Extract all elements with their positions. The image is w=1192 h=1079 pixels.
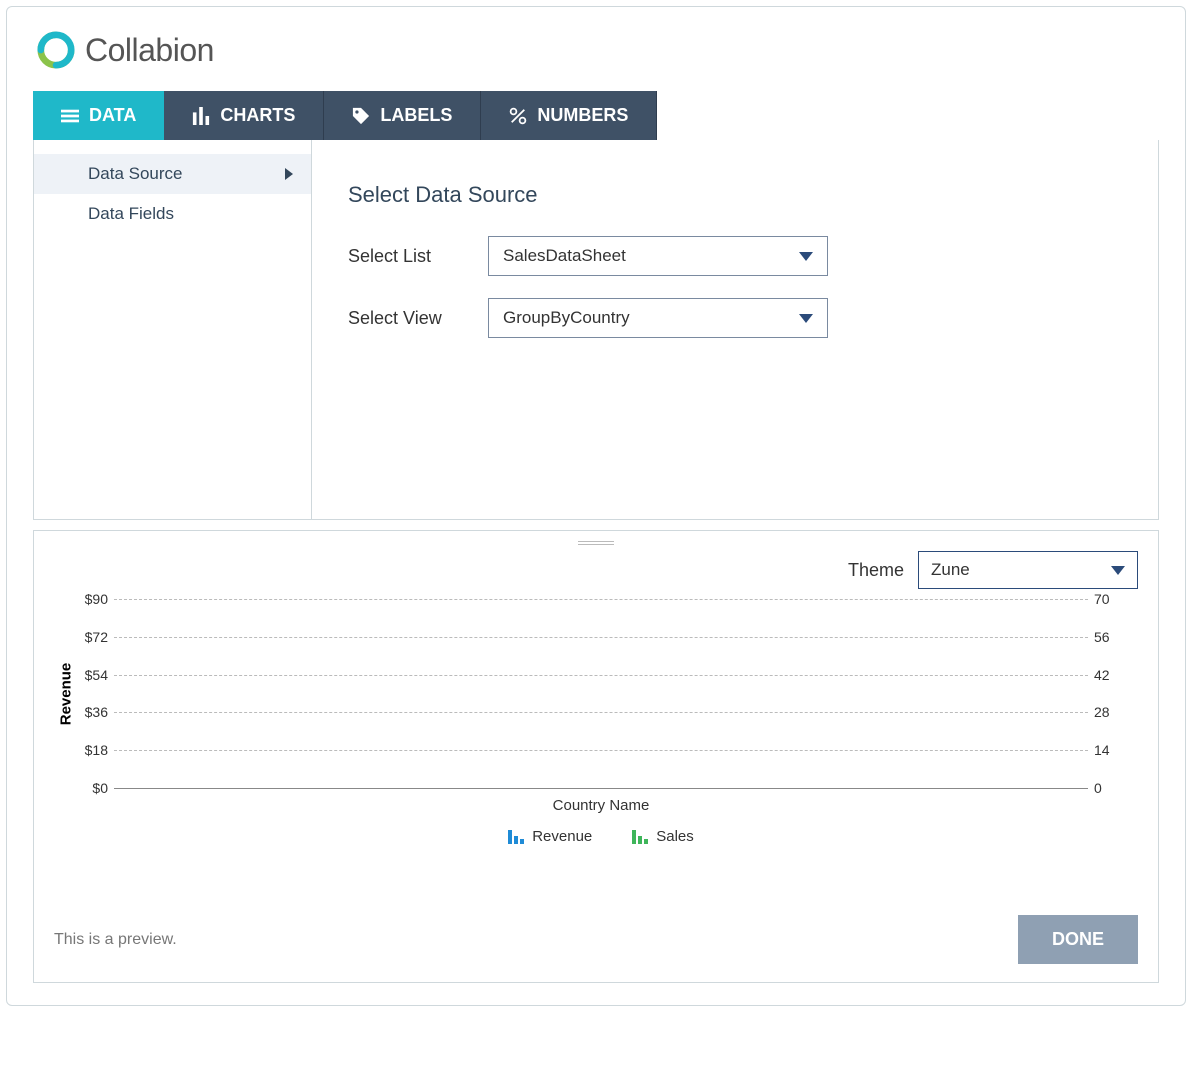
theme-label: Theme — [848, 560, 904, 581]
sidebar: Data SourceData Fields — [34, 140, 312, 519]
chart-plot: Revenue $00$1814$3628$5442$7256$9070 — [114, 599, 1088, 789]
tab-label: NUMBERS — [537, 105, 628, 126]
chevron-down-icon — [1111, 566, 1125, 575]
theme-row: Theme Zune — [54, 551, 1138, 589]
legend-revenue: Revenue — [508, 828, 592, 845]
preview-hint: This is a preview. — [54, 931, 177, 949]
y-tick-left: $18 — [64, 742, 114, 758]
tab-label: LABELS — [380, 105, 452, 126]
select-list-value: SalesDataSheet — [503, 246, 626, 266]
resize-grip-icon[interactable] — [578, 541, 614, 545]
chevron-down-icon — [799, 252, 813, 261]
section-title: Select Data Source — [348, 182, 1122, 208]
legend-revenue-label: Revenue — [532, 828, 592, 845]
gridline — [114, 637, 1088, 638]
theme-dropdown[interactable]: Zune — [918, 551, 1138, 589]
select-list-row: Select List SalesDataSheet — [348, 236, 1122, 276]
config-panel: Data SourceData Fields Select Data Sourc… — [33, 140, 1159, 520]
tab-numbers[interactable]: NUMBERS — [481, 91, 657, 140]
chevron-down-icon — [799, 314, 813, 323]
chevron-right-icon — [285, 168, 293, 180]
legend-sales: Sales — [632, 828, 694, 845]
chart-bars — [118, 599, 1084, 788]
y-tick-left: $0 — [64, 780, 114, 796]
y-tick-left: $54 — [64, 667, 114, 683]
brand-logo-icon — [37, 31, 75, 69]
x-axis-label: Country Name — [114, 797, 1088, 814]
tab-label: CHARTS — [220, 105, 295, 126]
select-view-dropdown[interactable]: GroupByCountry — [488, 298, 828, 338]
y-tick-right: 56 — [1088, 629, 1110, 645]
gridline — [114, 712, 1088, 713]
y-tick-right: 0 — [1088, 780, 1102, 796]
tab-label: DATA — [89, 105, 136, 126]
gridline — [114, 675, 1088, 676]
sidebar-item-data-fields[interactable]: Data Fields — [34, 194, 311, 234]
brand-name: Collabion — [85, 32, 214, 69]
select-view-row: Select View GroupByCountry — [348, 298, 1122, 338]
bars-icon — [508, 830, 524, 844]
chart: Revenue $00$1814$3628$5442$7256$9070 Cou… — [54, 599, 1138, 845]
select-view-value: GroupByCountry — [503, 308, 630, 328]
y-tick-right: 28 — [1088, 704, 1110, 720]
preview-footer: This is a preview. DONE — [54, 915, 1138, 964]
brand: Collabion — [33, 31, 1159, 69]
main-tabs: DATA CHARTS LABELS NUMBERS — [33, 91, 1159, 140]
legend-sales-label: Sales — [656, 828, 694, 845]
tab-labels[interactable]: LABELS — [324, 91, 481, 140]
bars-icon — [632, 830, 648, 844]
sidebar-item-data-source[interactable]: Data Source — [34, 154, 311, 194]
tab-charts[interactable]: CHARTS — [164, 91, 324, 140]
y-tick-right: 14 — [1088, 742, 1110, 758]
y-tick-right: 70 — [1088, 591, 1110, 607]
gridline — [114, 750, 1088, 751]
tab-data[interactable]: DATA — [33, 91, 164, 140]
y-tick-left: $72 — [64, 629, 114, 645]
select-view-label: Select View — [348, 308, 488, 329]
y-tick-left: $90 — [64, 591, 114, 607]
select-list-label: Select List — [348, 246, 488, 267]
chart-legend: Revenue Sales — [114, 828, 1088, 845]
dialog: Collabion DATA CHARTS LABELS NUMBERS Data S… — [6, 6, 1186, 1006]
select-list-dropdown[interactable]: SalesDataSheet — [488, 236, 828, 276]
y-tick-right: 42 — [1088, 667, 1110, 683]
content-area: Select Data Source Select List SalesData… — [312, 140, 1158, 519]
theme-value: Zune — [931, 560, 970, 580]
y-tick-left: $36 — [64, 704, 114, 720]
preview-panel: Theme Zune Revenue $00$1814$3628$5442$72… — [33, 530, 1159, 983]
gridline — [114, 599, 1088, 600]
done-button[interactable]: DONE — [1018, 915, 1138, 964]
